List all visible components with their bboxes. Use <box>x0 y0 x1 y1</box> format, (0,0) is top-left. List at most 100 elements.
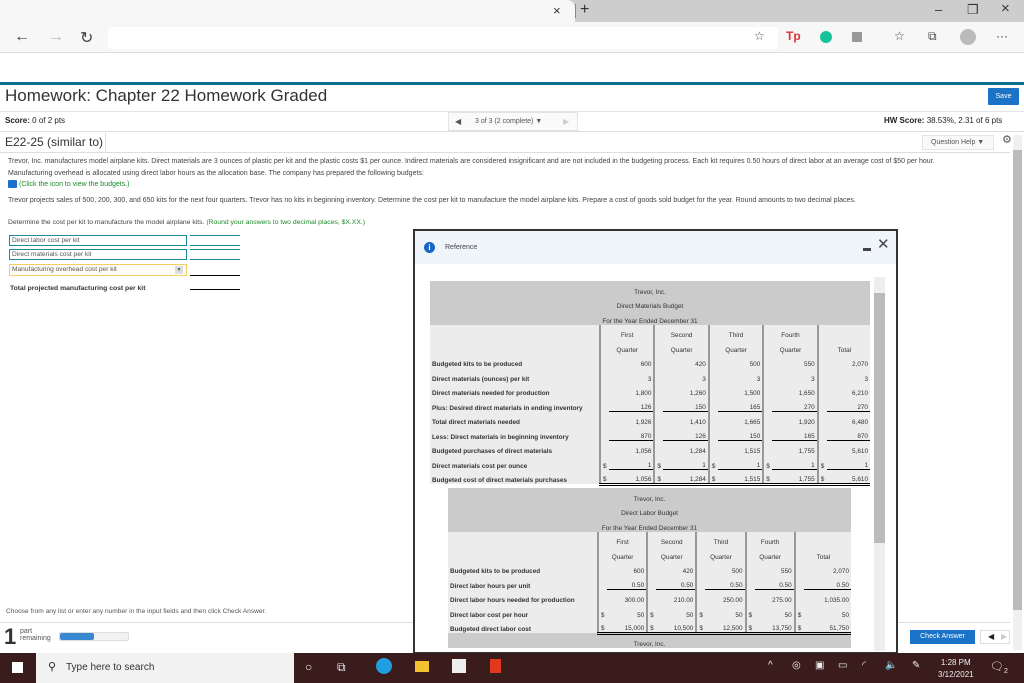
question-help-button[interactable]: Question Help ▼ <box>922 135 994 150</box>
minimize-button[interactable]: – <box>935 2 942 17</box>
edge-icon[interactable] <box>376 658 392 674</box>
back-icon[interactable]: ← <box>14 28 30 46</box>
value-cell: 1 <box>826 455 870 470</box>
currency-cell: $ <box>653 469 664 486</box>
windows-start-icon[interactable] <box>12 662 23 673</box>
hw-score: HW Score: 38.53%, 2.31 of 6 pts <box>884 116 1002 125</box>
direct-materials-input[interactable] <box>190 249 240 260</box>
progress-bar <box>59 632 129 641</box>
answer-label-direct-labor[interactable]: Direct labor cost per kit <box>9 235 187 246</box>
prev-part-icon[interactable]: ◀ <box>988 632 994 641</box>
budget-link[interactable]: (Click the icon to view the budgets.) <box>8 180 130 188</box>
column-header-row: Quarter Quarter Quarter Quarter Total <box>448 546 851 561</box>
question-select[interactable]: 3 of 3 (2 complete) ▼ <box>475 118 542 125</box>
next-budget-company: Trevor, Inc. <box>448 633 851 648</box>
currency-cell <box>599 426 609 441</box>
column-header <box>793 531 851 546</box>
currency-cell <box>653 368 664 383</box>
currency-cell: $ <box>793 618 804 635</box>
browser-tab[interactable] <box>0 0 575 22</box>
office-icon[interactable] <box>490 659 501 673</box>
progress-fill <box>60 633 94 640</box>
extension-icon[interactable] <box>852 32 862 42</box>
currency-cell: $ <box>646 618 657 635</box>
dialog-title: Reference <box>445 244 478 251</box>
column-header: Quarter <box>598 339 655 354</box>
file-explorer-icon[interactable] <box>415 661 429 672</box>
maximize-button[interactable]: ❐ <box>967 2 979 18</box>
column-header: First <box>598 324 655 339</box>
page-title: Homework: Chapter 22 Homework Graded <box>5 86 328 105</box>
profile-avatar[interactable] <box>960 29 976 45</box>
column-header: Total <box>793 546 851 561</box>
answer-label-direct-materials[interactable]: Direct materials cost per kit <box>9 249 187 260</box>
currency-cell <box>816 382 827 397</box>
close-window-button[interactable]: × <box>1001 0 1010 17</box>
forward-icon[interactable]: → <box>48 28 64 46</box>
url-field[interactable] <box>108 27 778 49</box>
value-cell: 6,480 <box>826 411 870 426</box>
book-icon[interactable] <box>8 180 17 188</box>
meet-now-icon[interactable]: ◎ <box>792 660 801 671</box>
header-blank <box>448 531 598 546</box>
column-header: Quarter <box>646 546 697 561</box>
battery-icon[interactable]: ▭ <box>838 660 847 671</box>
value-cell: 50 <box>656 604 697 619</box>
direct-labor-input[interactable] <box>190 235 240 246</box>
collections-icon[interactable]: ⧉ <box>928 29 937 44</box>
dollar-sign: $ <box>797 611 802 619</box>
favorite-add-icon[interactable]: ☆ <box>754 29 765 43</box>
currency-cell <box>599 382 609 397</box>
budget-header-row: For the Year Ended December 31 <box>430 310 870 325</box>
minimize-dialog-icon[interactable] <box>863 248 871 251</box>
table-row: Direct materials cost per ounce $1 $1 $1 $1 $… <box>430 455 870 470</box>
more-icon[interactable]: ··· <box>996 29 1008 43</box>
info-icon: i <box>424 242 435 253</box>
currency-cell: $ <box>762 455 773 470</box>
currency-cell <box>599 353 609 368</box>
refresh-icon[interactable]: ↻ <box>80 28 93 48</box>
dollar-sign: $ <box>601 611 605 619</box>
pen-icon[interactable]: ✎ <box>912 660 920 671</box>
next-part-icon[interactable]: ▶ <box>1001 632 1007 641</box>
dollar-sign: $ <box>766 475 770 483</box>
cortana-icon[interactable]: ○ <box>305 660 312 674</box>
currency-cell: $ <box>597 618 607 635</box>
column-header: First <box>596 531 648 546</box>
next-question-icon[interactable]: ▶ <box>563 117 569 126</box>
wifi-icon[interactable]: ◜ <box>862 660 866 671</box>
value-cell: 50 <box>754 604 795 619</box>
budget-name: Direct Labor Budget <box>448 502 851 517</box>
chevron-down-icon[interactable]: ▼ <box>175 266 183 274</box>
new-tab-button[interactable]: + <box>580 1 589 19</box>
table-row: Budgeted cost of direct materials purcha… <box>430 469 870 486</box>
chevron-up-icon[interactable]: ^ <box>768 660 773 671</box>
system-tray-app-icon[interactable]: ▣ <box>815 660 824 671</box>
clock[interactable]: 1:28 PM 3/12/2021 <box>938 657 974 681</box>
close-dialog-icon[interactable]: ✕ <box>877 235 890 253</box>
value-cell: 1 <box>663 455 709 470</box>
gear-icon[interactable]: ⚙ <box>1002 133 1012 146</box>
notifications-icon[interactable]: 🗨2 <box>990 660 1008 675</box>
volume-icon[interactable]: 🔈 <box>885 660 897 671</box>
tab-close-icon[interactable]: × <box>553 3 561 18</box>
tp-extension-icon[interactable]: Tp <box>786 29 801 43</box>
check-answer-button[interactable]: Check Answer <box>910 630 975 644</box>
overhead-select[interactable]: Manufacturing overhead cost per kit ▼ <box>9 264 187 276</box>
favorites-icon[interactable]: ☆ <box>894 29 905 43</box>
value-cell: 1,056 <box>609 440 655 455</box>
save-button[interactable]: Save <box>988 88 1019 105</box>
grammarly-icon[interactable] <box>820 31 832 43</box>
row-label: Total direct materials needed <box>430 411 600 426</box>
currency-cell <box>707 382 718 397</box>
prev-question-icon[interactable]: ◀ <box>455 117 461 126</box>
store-icon[interactable] <box>452 659 466 673</box>
column-header: Quarter <box>596 546 648 561</box>
page-scrollbar-thumb[interactable] <box>1013 150 1022 610</box>
value-cell: 51,750 <box>803 618 851 635</box>
dialog-scrollbar-thumb[interactable] <box>874 293 885 543</box>
task-view-icon[interactable]: ⧉ <box>337 660 346 675</box>
currency-cell <box>762 382 773 397</box>
choose-instruction: Choose from any list or enter any number… <box>6 608 267 615</box>
currency-cell <box>816 411 827 426</box>
